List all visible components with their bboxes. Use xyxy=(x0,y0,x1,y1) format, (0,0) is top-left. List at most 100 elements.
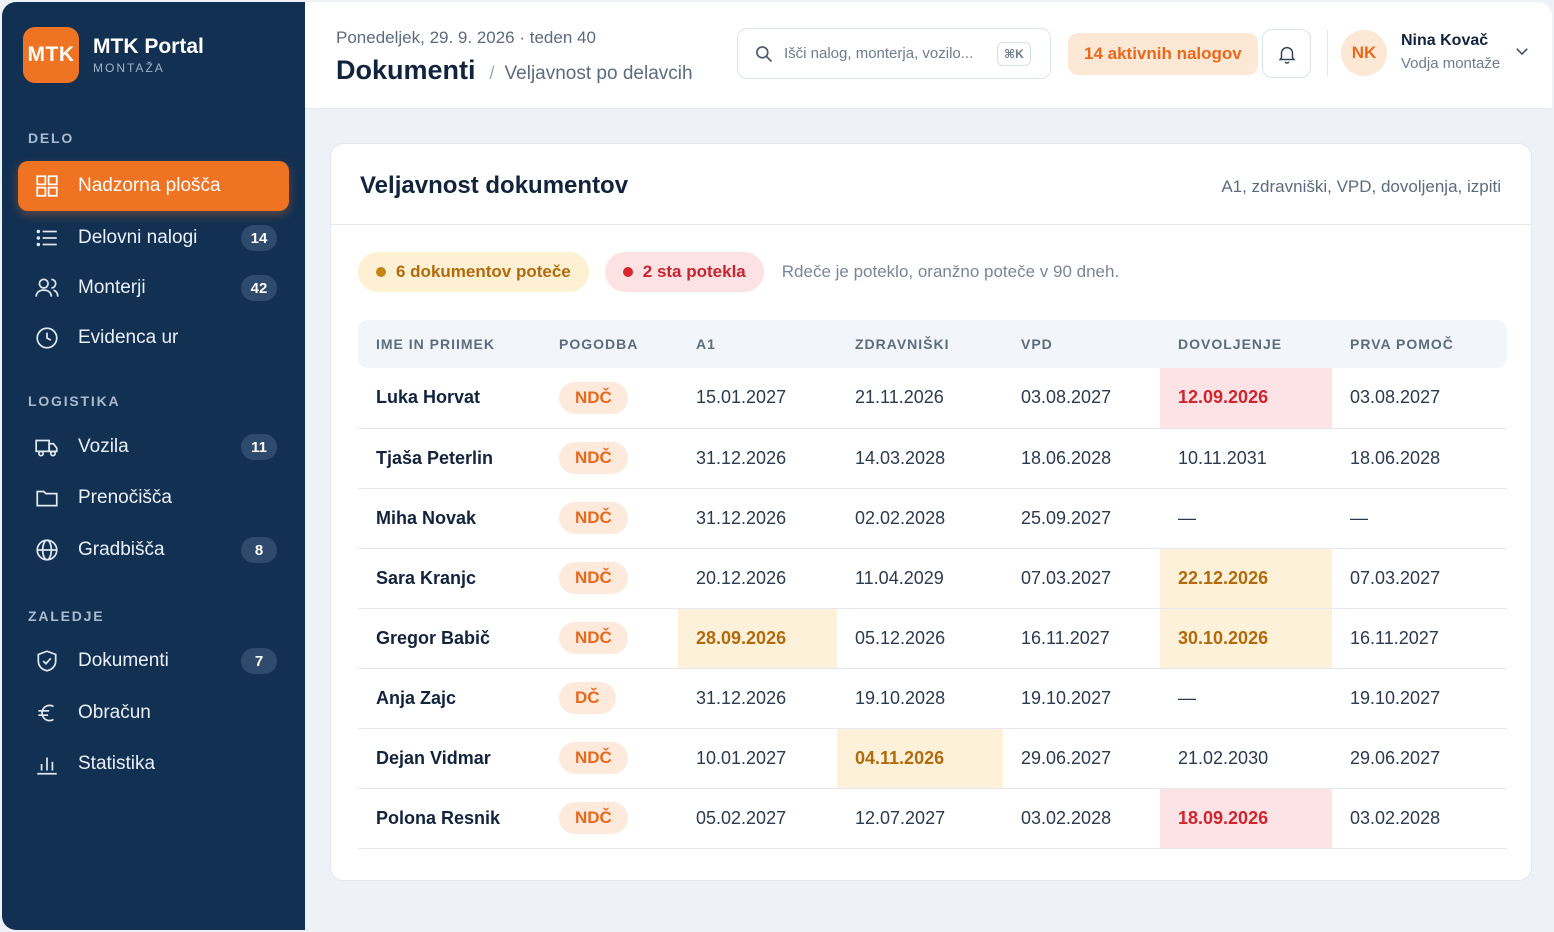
column-header[interactable]: IME IN PRIIMEK xyxy=(358,320,541,368)
user-name: Nina Kovač xyxy=(1401,32,1489,49)
avatar[interactable]: NK xyxy=(1341,30,1387,76)
topbar: Ponedeljek, 29. 9. 2026 · teden 40 Dokum… xyxy=(305,2,1552,109)
page-title: Dokumenti xyxy=(336,55,476,85)
document-date: 29.06.2027 xyxy=(1332,728,1507,789)
sidebar-item-folder[interactable]: Prenočišča xyxy=(18,473,289,523)
document-date-expired: 18.09.2026 xyxy=(1160,788,1332,849)
brand-sub: MONTAŽA xyxy=(93,61,165,75)
sidebar-item-label: Gradbišča xyxy=(78,539,165,560)
document-date: 31.12.2026 xyxy=(678,428,837,489)
count-badge: 14 xyxy=(241,225,277,251)
column-header[interactable]: DOVOLJENJE xyxy=(1160,320,1332,368)
contract-badge: NDČ xyxy=(559,502,628,534)
count-badge: 11 xyxy=(241,434,277,460)
document-date: 10.01.2027 xyxy=(678,728,837,789)
card-header: Veljavnost dokumentov A1, zdravniški, VP… xyxy=(331,144,1531,225)
sidebar-item-label: Prenočišča xyxy=(78,487,172,508)
sidebar-item-clock[interactable]: Evidenca ur xyxy=(18,313,289,363)
column-header[interactable]: PRVA POMOČ xyxy=(1332,320,1507,368)
table-row[interactable]: Sara Kranjc NDČ 20.12.2026 11.04.2029 07.03.… xyxy=(358,548,1507,609)
document-date: — xyxy=(1332,488,1507,549)
document-date-expiring: 28.09.2026 xyxy=(678,608,837,669)
contract-cell: NDČ xyxy=(541,428,678,489)
breadcrumb-separator: / xyxy=(489,63,495,83)
contract-cell: DČ xyxy=(541,668,678,729)
sidebar-item-label: Nadzorna plošča xyxy=(78,175,221,196)
worker-name: Tjaša Peterlin xyxy=(358,428,541,489)
sidebar-item-users[interactable]: Monterji 42 xyxy=(18,263,289,313)
sidebar-item-shield[interactable]: Dokumenti 7 xyxy=(18,636,289,686)
table-row[interactable]: Polona Resnik NDČ 05.02.2027 12.07.2027 03.0… xyxy=(358,788,1507,849)
contract-badge: DČ xyxy=(559,682,616,714)
expired-badge[interactable]: 2 sta potekla xyxy=(604,252,764,292)
document-date: 03.02.2028 xyxy=(1003,788,1160,849)
table-row[interactable]: Dejan Vidmar NDČ 10.01.2027 04.11.2026 29.06… xyxy=(358,728,1507,789)
table-row[interactable]: Miha Novak NDČ 31.12.2026 02.02.2028 25.09.2… xyxy=(358,488,1507,549)
sidebar-item-label: Statistika xyxy=(78,753,156,774)
contract-cell: NDČ xyxy=(541,788,678,849)
dashboard-icon xyxy=(34,173,60,199)
notifications-button[interactable] xyxy=(1262,29,1311,78)
document-date: 03.08.2027 xyxy=(1332,368,1507,429)
document-date: 03.08.2027 xyxy=(1003,368,1160,429)
contract-badge: NDČ xyxy=(559,742,628,774)
truck-icon xyxy=(34,434,60,460)
users-icon xyxy=(34,275,60,301)
column-header[interactable]: ZDRAVNIŠKI xyxy=(837,320,1003,368)
sidebar-item-globe[interactable]: Gradbišča 8 xyxy=(18,525,289,575)
document-date: 31.12.2026 xyxy=(678,668,837,729)
document-date: 15.01.2027 xyxy=(678,368,837,429)
legend-note: Rdeče je poteklo, oranžno poteče v 90 dn… xyxy=(781,262,1120,281)
sidebar-item-label: Obračun xyxy=(78,702,151,723)
contract-badge: NDČ xyxy=(559,381,628,414)
main-area: Ponedeljek, 29. 9. 2026 · teden 40 Dokum… xyxy=(305,2,1552,930)
expiring-badge[interactable]: 6 dokumentov poteče xyxy=(358,252,589,292)
sidebar-item-label: Vozila xyxy=(78,436,129,457)
contract-badge: NDČ xyxy=(559,622,628,654)
folder-icon xyxy=(34,485,60,511)
document-date: 21.02.2030 xyxy=(1160,728,1332,789)
document-date: 11.04.2029 xyxy=(837,548,1003,609)
documents-card: Veljavnost dokumentov A1, zdravniški, VP… xyxy=(330,143,1532,881)
document-date: 10.11.2031 xyxy=(1160,428,1332,489)
breadcrumb-subtitle: Veljavnost po delavcih xyxy=(504,63,693,84)
search-input[interactable] xyxy=(784,45,989,62)
card-subtitle: A1, zdravniški, VPD, dovoljenja, izpiti xyxy=(1221,177,1501,196)
sidebar-item-label: Monterji xyxy=(78,277,146,298)
contract-cell: NDČ xyxy=(541,728,678,789)
worker-name: Miha Novak xyxy=(358,488,541,549)
worker-name: Dejan Vidmar xyxy=(358,728,541,789)
document-date: 14.03.2028 xyxy=(837,428,1003,489)
search-box[interactable]: ⌘K xyxy=(737,28,1051,79)
table-row[interactable]: Anja Zajc DČ 31.12.2026 19.10.2028 19.10.202… xyxy=(358,668,1507,729)
globe-icon xyxy=(34,537,60,563)
active-orders-badge[interactable]: 14 aktivnih nalogov xyxy=(1068,33,1258,75)
document-date: 07.03.2027 xyxy=(1003,548,1160,609)
table-row[interactable]: Luka Horvat NDČ 15.01.2027 21.11.2026 03.08.… xyxy=(358,368,1507,429)
document-date: — xyxy=(1160,668,1332,729)
sidebar-item-dashboard[interactable]: Nadzorna plošča xyxy=(18,161,289,211)
column-header[interactable]: VPD xyxy=(1003,320,1160,368)
contract-cell: NDČ xyxy=(541,548,678,609)
brand[interactable]: MTK MTK Portal MONTAŽA xyxy=(23,27,204,83)
clock-icon xyxy=(34,325,60,351)
document-date: 25.09.2027 xyxy=(1003,488,1160,549)
column-header[interactable]: A1 xyxy=(678,320,837,368)
document-date: 03.02.2028 xyxy=(1332,788,1507,849)
sidebar-item-list[interactable]: Delovni nalogi 14 xyxy=(18,213,289,263)
document-date: 18.06.2028 xyxy=(1003,428,1160,489)
table-row[interactable]: Tjaša Peterlin NDČ 31.12.2026 14.03.2028 18.… xyxy=(358,428,1507,489)
card-title: Veljavnost dokumentov xyxy=(360,172,629,199)
sidebar-item-bar-chart[interactable]: Statistika xyxy=(18,739,289,789)
user-menu-button[interactable] xyxy=(1513,42,1531,60)
app-window: MTK MTK Portal MONTAŽA DELO Nadzorna ploš… xyxy=(2,2,1552,930)
sidebar-section-title: ZALEDJE xyxy=(28,608,105,624)
table-row[interactable]: Gregor Babič NDČ 28.09.2026 05.12.2026 16.11… xyxy=(358,608,1507,669)
contract-badge: NDČ xyxy=(559,442,628,474)
column-header[interactable]: POGODBA xyxy=(541,320,678,368)
sidebar-item-euro[interactable]: Obračun xyxy=(18,688,289,738)
document-date: 19.10.2027 xyxy=(1332,668,1507,729)
count-badge: 7 xyxy=(241,648,277,674)
sidebar-section-title: LOGISTIKA xyxy=(28,393,121,409)
sidebar-item-truck[interactable]: Vozila 11 xyxy=(18,422,289,472)
